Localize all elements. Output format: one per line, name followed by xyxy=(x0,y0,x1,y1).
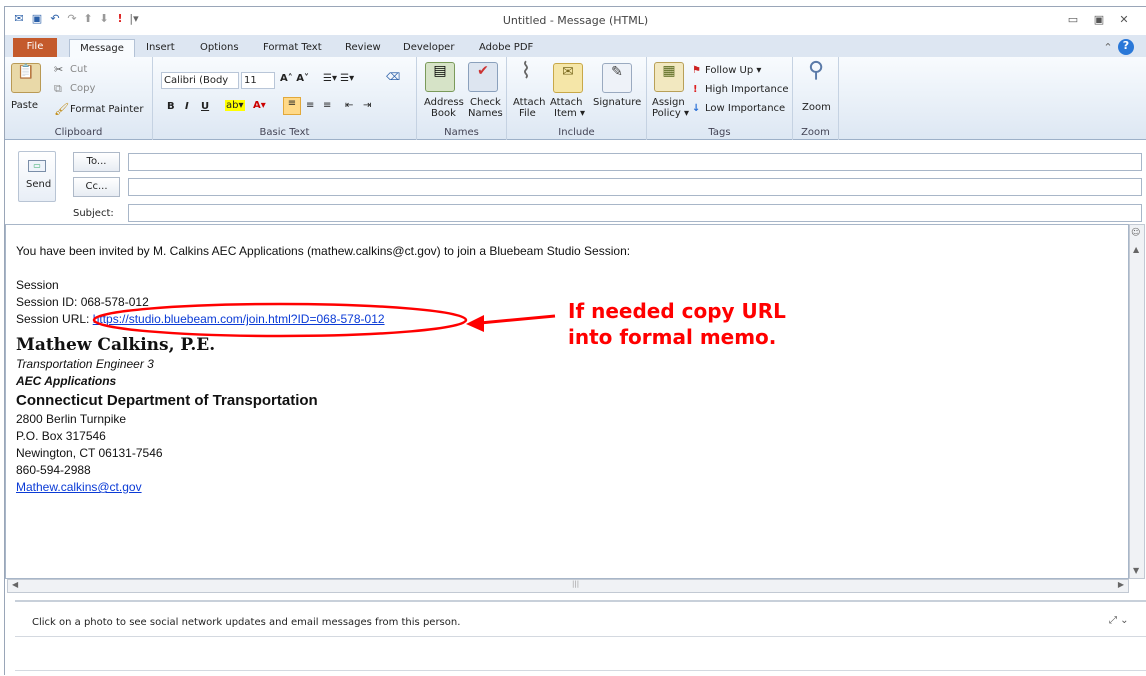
annotation-line-2: into formal memo. xyxy=(568,325,777,349)
annotation-arrow-line xyxy=(479,314,556,325)
annotation-arrow-head xyxy=(466,315,484,332)
annotation-line-1: If needed copy URL xyxy=(568,299,786,323)
annotation-circle xyxy=(92,302,468,338)
annotation-text: If needed copy URL into formal memo. xyxy=(568,298,786,350)
